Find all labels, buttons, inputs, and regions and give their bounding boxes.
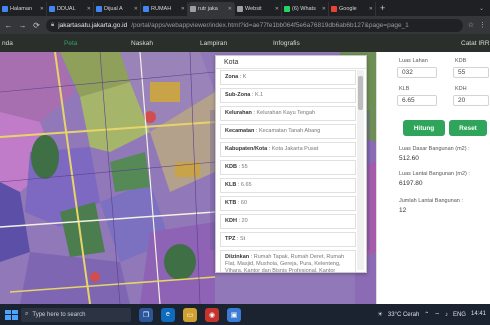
clock[interactable]: 14:41 (471, 311, 486, 318)
attr-kabupaten-kota: Kabupaten/Kota : Kota Jakarta Pusat (220, 142, 356, 157)
nav-katalog[interactable]: Catat IRR (461, 40, 490, 47)
luas-dasar-value: 512.60 (399, 155, 419, 162)
close-tab-icon[interactable]: ✕ (228, 6, 232, 12)
kdb-input[interactable]: 55 (453, 67, 489, 78)
store-icon[interactable]: ▣ (227, 307, 241, 322)
lock-icon[interactable]: 🔒︎ (51, 22, 54, 29)
jumlah-lantai-value: 12 (399, 207, 407, 214)
file-explorer-icon[interactable]: ▭ (183, 307, 197, 322)
forward-icon[interactable]: → (18, 21, 27, 30)
task-view-icon[interactable]: ❐ (139, 307, 153, 322)
popup-scrollbar[interactable] (357, 70, 364, 270)
tab-favicon-icon (190, 6, 196, 12)
jumlah-lantai-label: Jumlah Lantai Bangunan : (399, 198, 463, 204)
tab-4[interactable]: RUMAH ✕ (141, 2, 188, 16)
browser-window: Halaman ✕ DDUAL ✕ Dijual A ✕ RUMAH ✕ rutr ja… (0, 0, 490, 325)
url-path: /portal/apps/webappviewer/index.html?id=… (131, 21, 409, 29)
windows-taskbar: ⌕ Type here to search ❐ e ▭ ◉ ▣ ☀ 33°C C… (0, 304, 490, 325)
tab-8[interactable]: Google ✕ (329, 2, 376, 16)
luas-lantai-label: Luas Lantai Bangunan (m2) : (399, 171, 470, 177)
edge-icon[interactable]: e (161, 307, 175, 322)
address-bar[interactable]: 🔒︎ jakartasatu.jakarta.go.id /portal/app… (46, 18, 463, 32)
klb-label: KLB (399, 86, 410, 92)
site-navbar: nda Peta Naskah Lampiran Infografis Cata… (0, 34, 490, 52)
search-icon: ⌕ (25, 311, 29, 317)
tab-favicon-icon (143, 6, 149, 12)
nav-beranda[interactable]: nda (2, 40, 13, 47)
tab-favicon-icon (49, 6, 55, 12)
attr-diizinkan: Diizinkan : Rumah Tapak, Rumah Deret, Ru… (220, 250, 356, 272)
klb-input[interactable]: 6.65 (397, 95, 437, 106)
tab-2[interactable]: DDUAL ✕ (47, 2, 94, 16)
feature-popup[interactable]: Kota Zona : K Sub-Zona : K.1 Kelurahan :… (215, 55, 367, 273)
nav-naskah[interactable]: Naskah (131, 40, 153, 47)
luas-dasar-label: Luas Dasar Bangunan (m2) : (399, 146, 470, 152)
popup-attribute-list[interactable]: Zona : K Sub-Zona : K.1 Kelurahan : Kelu… (220, 70, 356, 272)
luas-lahan-input[interactable]: 032 (397, 67, 437, 78)
weather-text[interactable]: 33°C Cerah (388, 312, 419, 318)
nav-infografis[interactable]: Infografis (273, 40, 300, 47)
language-indicator[interactable]: ENG (453, 312, 466, 318)
tab-favicon-icon (2, 6, 8, 12)
extensions-icon[interactable]: ⋮ (479, 21, 486, 29)
attr-ktb: KTB : 60 (220, 196, 356, 211)
hitung-button[interactable]: Hitung (403, 120, 445, 136)
kdb-label: KDB (455, 58, 467, 64)
tab-favicon-icon (237, 6, 243, 12)
search-placeholder: Type here to search (32, 311, 86, 318)
nav-lampiran[interactable]: Lampiran (200, 40, 227, 47)
back-icon[interactable]: ← (4, 21, 13, 30)
tab-favicon-icon (96, 6, 102, 12)
new-tab-icon[interactable]: + (376, 3, 389, 13)
popup-scroll-thumb[interactable] (358, 76, 363, 110)
weather-icon[interactable]: ☀ (377, 311, 382, 318)
tab-1[interactable]: Halaman ✕ (0, 2, 47, 16)
close-tab-icon[interactable]: ✕ (275, 6, 279, 12)
nav-peta[interactable]: Peta (64, 40, 77, 47)
kdh-label: KDH (455, 86, 467, 92)
url-host: jakartasatu.jakarta.go.id (58, 21, 128, 29)
tab-7[interactable]: (6) Whats ✕ (282, 2, 329, 16)
attr-kecamatan: Kecamatan : Kecamatan Tanah Abang (220, 124, 356, 139)
close-tab-icon[interactable]: ✕ (369, 6, 373, 12)
windows-start-icon[interactable] (3, 308, 18, 322)
tray-arrow-icon[interactable]: ⌃ (424, 311, 429, 318)
attr-tpz: TPZ : St (220, 232, 356, 247)
reload-icon[interactable]: ⟳ (32, 21, 41, 30)
popup-title: Kota (216, 56, 366, 69)
volume-icon[interactable]: ♪ (445, 312, 448, 318)
attr-sub-zona: Sub-Zona : K.1 (220, 88, 356, 103)
close-tab-icon[interactable]: ✕ (40, 6, 44, 12)
close-tab-icon[interactable]: ✕ (322, 6, 326, 12)
close-tab-icon[interactable]: ✕ (181, 6, 185, 12)
tab-3[interactable]: Dijual A ✕ (94, 2, 141, 16)
close-tab-icon[interactable]: ✕ (87, 6, 91, 12)
system-tray: ☀ 33°C Cerah ⌃ ⌔ ♪ ENG 14:41 (377, 311, 490, 319)
calculator-panel: Luas Lahan 032 KDB 55 KLB 6.65 KDH 20 Hi… (376, 52, 490, 304)
attr-klb: KLB : 6.65 (220, 178, 356, 193)
attr-kdb: KDB : 55 (220, 160, 356, 175)
attr-zona: Zona : K (220, 70, 356, 85)
tab-favicon-icon (331, 6, 337, 12)
taskbar-search[interactable]: ⌕ Type here to search (21, 307, 131, 322)
tab-favicon-icon (284, 6, 290, 12)
close-tab-icon[interactable]: ✕ (134, 6, 138, 12)
luas-lahan-label: Luas Lahan (399, 58, 428, 64)
tab-6[interactable]: Websit ✕ (235, 2, 282, 16)
window-controls-icon[interactable]: ⌄ (479, 5, 490, 12)
attr-kelurahan: Kelurahan : Kelurahan Kayu Tengah (220, 106, 356, 121)
star-icon[interactable]: ☆ (468, 21, 474, 29)
chrome-icon[interactable]: ◉ (205, 307, 219, 322)
kdh-input[interactable]: 20 (453, 95, 489, 106)
reset-button[interactable]: Reset (449, 120, 487, 136)
network-icon[interactable]: ⌔ (434, 311, 440, 319)
tab-strip: Halaman ✕ DDUAL ✕ Dijual A ✕ RUMAH ✕ rutr ja… (0, 0, 490, 16)
luas-lantai-value: 6197.80 (399, 180, 423, 187)
address-toolbar: ← → ⟳ 🔒︎ jakartasatu.jakarta.go.id /port… (0, 16, 490, 34)
attr-kdh: KDH : 20 (220, 214, 356, 229)
tab-5-active[interactable]: rutr jaka ✕ (188, 2, 235, 16)
